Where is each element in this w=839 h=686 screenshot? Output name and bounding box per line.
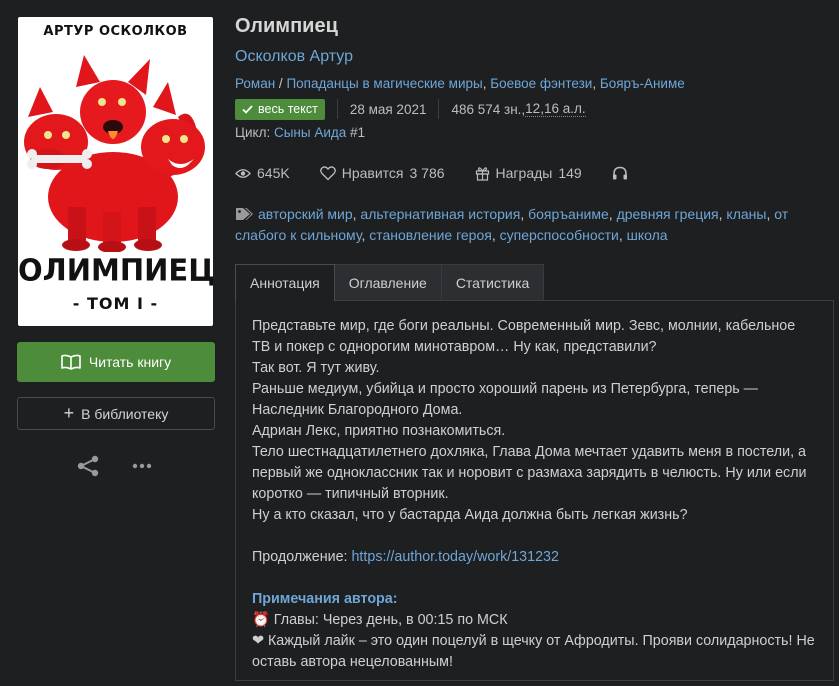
add-to-library-button[interactable]: + В библиотеку xyxy=(17,397,215,430)
annotation-paragraph: Представьте мир, где боги реальны. Совре… xyxy=(252,318,796,355)
tag-link[interactable]: школа xyxy=(627,227,668,243)
genre-separator: / xyxy=(275,76,287,91)
annotation-panel: Представьте мир, где боги реальны. Совре… xyxy=(235,300,834,681)
book-size: 486 574 зн., xyxy=(451,101,526,117)
tags-icon xyxy=(236,208,253,220)
read-book-label: Читать книгу xyxy=(88,354,172,370)
like-button[interactable]: Нравится 3 786 xyxy=(319,165,445,181)
genre-comma: , xyxy=(592,76,600,91)
tab-statistics[interactable]: Статистика xyxy=(440,264,545,301)
series-link[interactable]: Сыны Аида xyxy=(274,125,346,140)
awards-label: Награды xyxy=(495,165,553,181)
annotation-paragraph: Тело шестнадцатилетнего дохляка, Глава Д… xyxy=(252,444,807,502)
status-badge-label: весь текст xyxy=(258,102,318,116)
genre-type-link[interactable]: Роман xyxy=(235,76,275,91)
read-book-button[interactable]: Читать книгу xyxy=(17,342,215,382)
plus-icon: + xyxy=(63,402,75,423)
tab-annotation[interactable]: Аннотация xyxy=(235,264,335,302)
author-note-text: Главы: Через день, в 00:15 по МСК xyxy=(269,612,508,628)
series-label: Цикл: xyxy=(235,125,274,140)
cover-volume: - ТОМ I - xyxy=(72,294,159,313)
divider xyxy=(336,99,338,119)
annotation-paragraph: Так вот. Я тут живу. xyxy=(252,360,380,376)
tag-link[interactable]: альтернативная история xyxy=(360,206,520,222)
checkmark-icon xyxy=(242,104,253,114)
annotation-paragraph: Адриан Лекс, приятно познакомиться. xyxy=(252,423,506,439)
tag-list: авторский мир, альтернативная история, б… xyxy=(235,206,789,243)
tag-link[interactable]: становление героя xyxy=(369,227,492,243)
views-stat: 645K xyxy=(235,165,290,181)
continuation-line: Продолжение: https://author.today/work/1… xyxy=(252,547,817,568)
genre-link[interactable]: Боевое фэнтези xyxy=(490,76,592,91)
book-cover[interactable]: АРТУР ОСКОЛКОВ ОЛИМПИЕЦ - ТОМ I - xyxy=(18,17,213,326)
add-to-library-label: В библиотеку xyxy=(81,405,169,422)
book-title: Олимпиец xyxy=(235,15,338,37)
author-link[interactable]: Осколков Артур xyxy=(235,48,353,66)
genre-link[interactable]: Попаданцы в магические миры xyxy=(286,76,482,91)
share-icon[interactable] xyxy=(76,455,100,477)
alarm-clock-icon: ⏰ xyxy=(252,612,270,628)
cover-author: АРТУР ОСКОЛКОВ xyxy=(43,24,188,39)
author-note-text: Каждый лайк – это один поцелуй в щечку о… xyxy=(252,633,815,670)
annotation-paragraph: Ну а кто сказал, что у бастарда Аида дол… xyxy=(252,507,688,523)
book-stats: 645K Нравится 3 786 Награды 149 xyxy=(235,163,658,183)
tag-link[interactable]: древняя греция xyxy=(617,206,719,222)
heart-icon xyxy=(319,165,336,180)
tag-link[interactable]: бояръаниме xyxy=(528,206,609,222)
open-book-icon xyxy=(61,354,81,370)
cover-title: ОЛИМПИЕЦ xyxy=(18,252,213,288)
author-note: ❤ Каждый лайк – это один поцелуй в щечку… xyxy=(252,631,817,673)
heart-icon: ❤ xyxy=(252,633,264,649)
divider xyxy=(438,99,440,119)
genre-list: Роман / Попаданцы в магические миры, Бое… xyxy=(235,76,685,91)
headphones-icon xyxy=(612,166,627,180)
tag-link[interactable]: кланы xyxy=(726,206,766,222)
awards-count: 149 xyxy=(558,165,582,181)
series-number: #1 xyxy=(346,125,366,140)
genre-link[interactable]: Бояръ-Аниме xyxy=(600,76,685,91)
tag-link[interactable]: суперспособности xyxy=(500,227,619,243)
continuation-link[interactable]: https://author.today/work/131232 xyxy=(351,549,558,565)
awards-button[interactable]: Награды 149 xyxy=(475,165,582,181)
audiobook-button[interactable] xyxy=(612,166,628,180)
views-count: 645K xyxy=(257,165,290,181)
continuation-label: Продолжение: xyxy=(252,549,352,565)
content-tabs: Аннотация Оглавление Статистика xyxy=(235,264,545,302)
eye-icon xyxy=(235,168,251,178)
series-info: Цикл: Сыны Аида #1 xyxy=(235,125,365,140)
author-sheets: 12,16 а.л. xyxy=(525,101,586,117)
annotation-paragraph: Раньше медиум, убийца и просто хороший п… xyxy=(252,381,758,418)
status-badge: весь текст xyxy=(235,98,325,120)
gift-icon xyxy=(475,166,489,181)
author-notes-title: Примечания автора: xyxy=(252,591,398,607)
tab-contents[interactable]: Оглавление xyxy=(333,264,442,301)
tag-link[interactable]: авторский мир xyxy=(258,206,353,222)
likes-count: 3 786 xyxy=(409,165,445,181)
cover-illustration-cerberus xyxy=(24,55,205,252)
likes-label: Нравится xyxy=(341,165,404,181)
book-meta: весь текст 28 мая 2021 486 574 зн., 12,1… xyxy=(235,98,586,120)
author-note: ⏰ Главы: Через день, в 00:15 по МСК xyxy=(252,610,817,631)
ellipsis-icon[interactable] xyxy=(131,459,153,473)
publish-date: 28 мая 2021 xyxy=(349,101,427,117)
